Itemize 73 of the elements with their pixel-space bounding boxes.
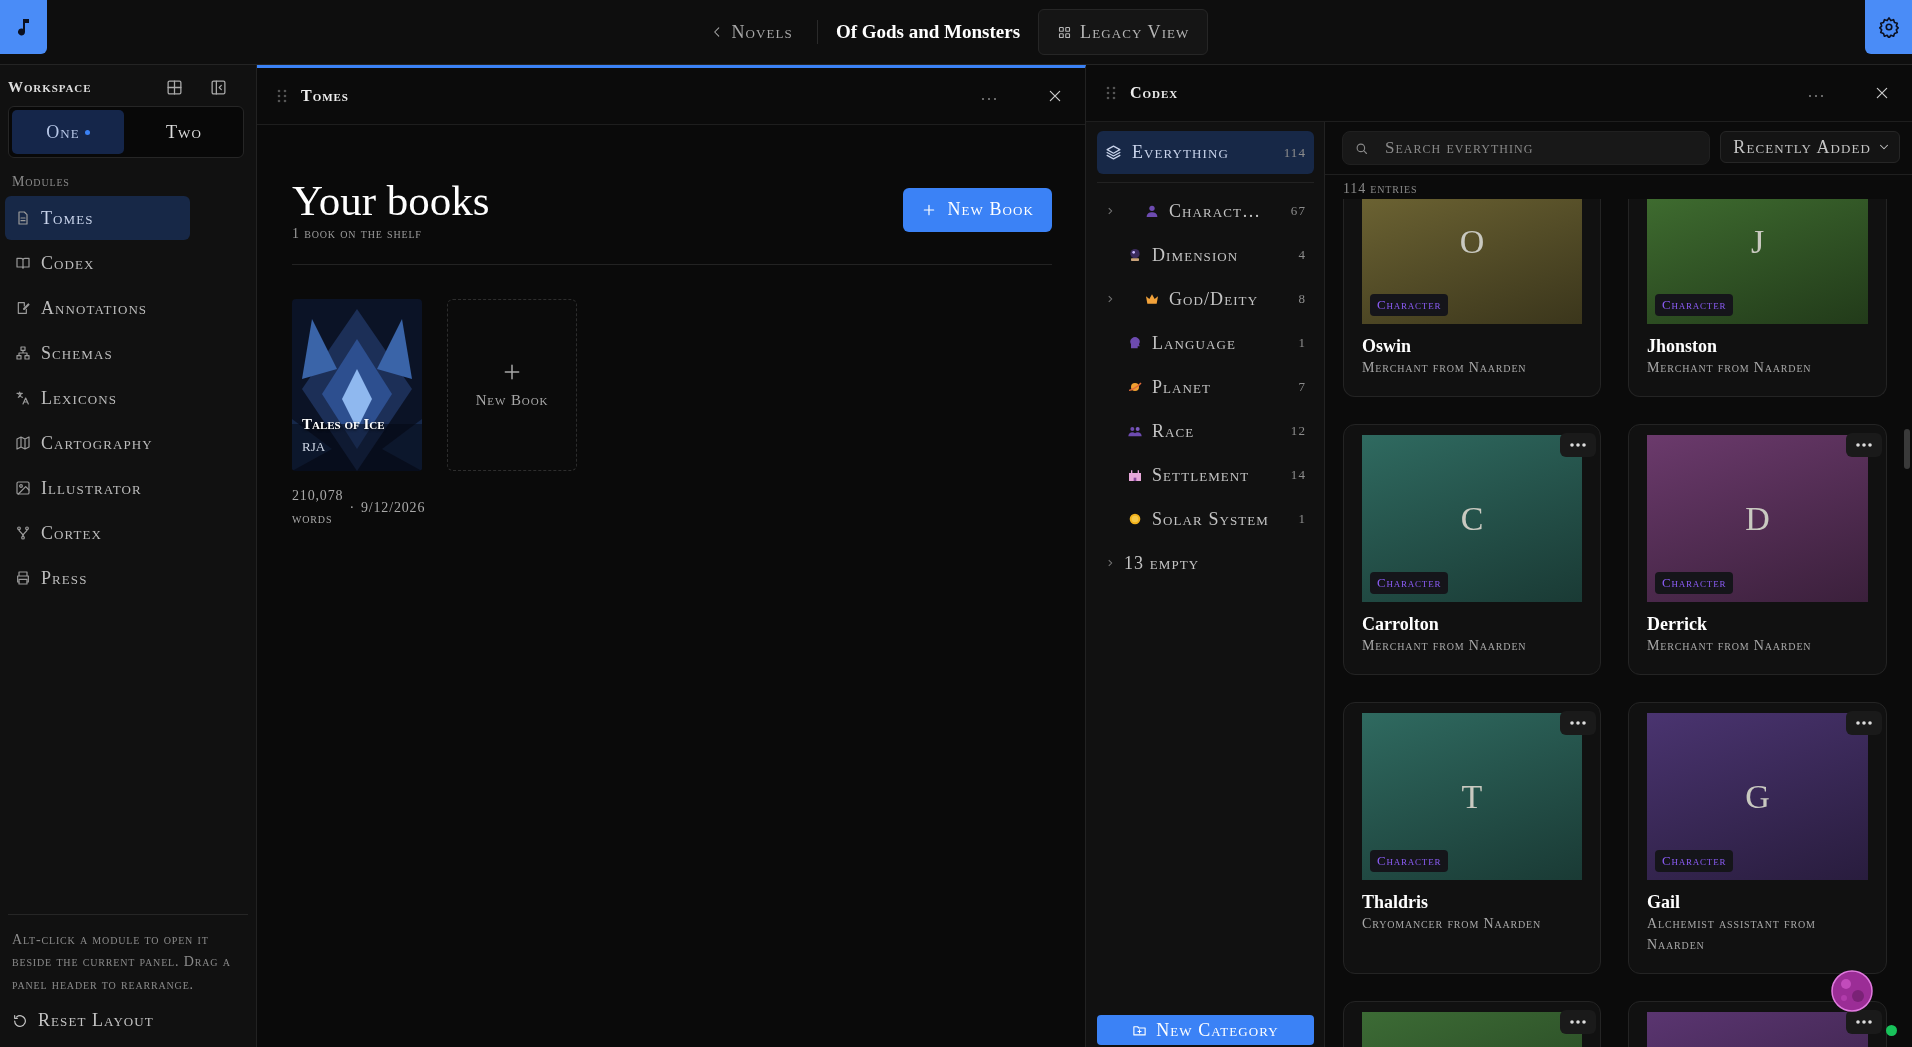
hint-text: Alt-click a module to open it beside the current panel. Drag a panel header to rearrange.	[8, 913, 248, 1006]
category-item[interactable]: Planet 7	[1097, 365, 1314, 409]
entry-card[interactable]: O Character Oswin Merchant from Naarden	[1343, 199, 1601, 397]
module-item[interactable]: Codex	[5, 241, 190, 285]
category-item[interactable]: Language 1	[1097, 321, 1314, 365]
module-item[interactable]: Annotations	[5, 286, 190, 330]
workspace-tab[interactable]: One	[12, 110, 124, 154]
category-tag: Character	[1655, 572, 1734, 594]
cover-title: Tales of Ice	[302, 416, 385, 434]
module-item[interactable]: Cartography	[5, 421, 190, 465]
page-heading: Your books	[292, 177, 490, 225]
module-item[interactable]: Tomes	[5, 196, 190, 240]
sort-dropdown[interactable]: Recently Added	[1720, 131, 1900, 163]
entry-name: Jhonston	[1647, 336, 1719, 357]
shelf-count: 1 book on the shelf	[292, 226, 423, 243]
entry-description: Merchant from Naarden	[1647, 637, 1813, 655]
cover-author: RJA	[302, 439, 326, 456]
module-item[interactable]: Schemas	[5, 331, 190, 375]
entry-card[interactable]: C Character Carrolton Merchant from Naarden	[1343, 424, 1601, 675]
search-field[interactable]: Search everything	[1342, 131, 1711, 165]
entry-name: Carrolton	[1362, 614, 1440, 635]
category-item[interactable]: Settlement 14	[1097, 453, 1314, 497]
panel-title: Codex	[1130, 84, 1180, 102]
category-item[interactable]: 13 empty	[1097, 541, 1314, 585]
entry-name: Thaldris	[1362, 892, 1430, 913]
category-item[interactable]: God/Deity 8	[1097, 277, 1314, 321]
new-book-tile[interactable]: New Book	[447, 299, 577, 472]
entry-description: Alchemist assistant from Naarden	[1647, 915, 1817, 954]
initial-letter: D	[1745, 499, 1770, 538]
category-tag: Character	[1370, 572, 1449, 594]
entry-card[interactable]: T Character Thaldris Cryomancer from Naarden	[1343, 702, 1601, 974]
module-item[interactable]: Illustrator	[5, 466, 190, 510]
category-item[interactable]: Everything 114	[1097, 131, 1314, 174]
entry-description: Cryomancer from Naarden	[1362, 915, 1543, 933]
legacy-view-button[interactable]: Legacy View	[1038, 9, 1209, 55]
category-item[interactable]: Solar System 1	[1097, 497, 1314, 541]
category-item[interactable]: Charact… 67	[1097, 189, 1314, 233]
category-item[interactable]: Dimension 4	[1097, 233, 1314, 277]
book-date: 9/12/2026	[360, 499, 426, 516]
category-tag: Character	[1655, 850, 1734, 872]
reset-layout-button[interactable]: Reset Layout	[10, 1006, 256, 1035]
initial-letter: J	[1750, 222, 1765, 261]
module-item[interactable]: Cortex	[5, 511, 190, 555]
module-item[interactable]: Press	[5, 556, 190, 600]
category-item[interactable]: Race 12	[1097, 409, 1314, 453]
entry-card[interactable]: J Character Jhonston Merchant from Naarden	[1628, 199, 1887, 397]
initial-letter: T	[1461, 777, 1483, 816]
separator: ·	[349, 499, 355, 516]
initial-letter: C	[1460, 499, 1484, 538]
section-label: Modules	[11, 173, 71, 191]
category-tag: Character	[1655, 294, 1734, 316]
book-title: Of Gods and Monsters	[835, 21, 1021, 43]
entry-name: Oswin	[1362, 336, 1413, 357]
category-tag: Character	[1370, 850, 1449, 872]
initial-letter: G	[1745, 777, 1770, 816]
panel-title: Tomes	[301, 87, 350, 105]
entry-card[interactable]: D Character Derrick Merchant from Naarden	[1628, 424, 1887, 675]
entry-count: 114 entries	[1342, 180, 1419, 198]
entry-description: Merchant from Naarden	[1362, 637, 1528, 655]
entry-description: Merchant from Naarden	[1362, 359, 1528, 377]
new-category-button[interactable]: New Category	[1097, 1015, 1314, 1045]
module-item[interactable]: Lexicons	[5, 376, 190, 420]
back-link[interactable]: Novels	[703, 20, 799, 44]
category-tag: Character	[1370, 294, 1449, 316]
initial-letter: O	[1459, 222, 1485, 261]
sidebar-title: Workspace	[8, 79, 93, 96]
new-book-button[interactable]: New Book	[903, 187, 1052, 232]
entry-name: Derrick	[1647, 614, 1708, 635]
workspace-tab[interactable]: Two	[128, 110, 240, 154]
word-count: 210,078 words	[292, 487, 344, 528]
entry-name: Gail	[1647, 892, 1681, 913]
entry-card[interactable]: G Character Gail Alchemist assistant from Naarden	[1628, 702, 1887, 974]
entry-description: Merchant from Naarden	[1647, 359, 1813, 377]
